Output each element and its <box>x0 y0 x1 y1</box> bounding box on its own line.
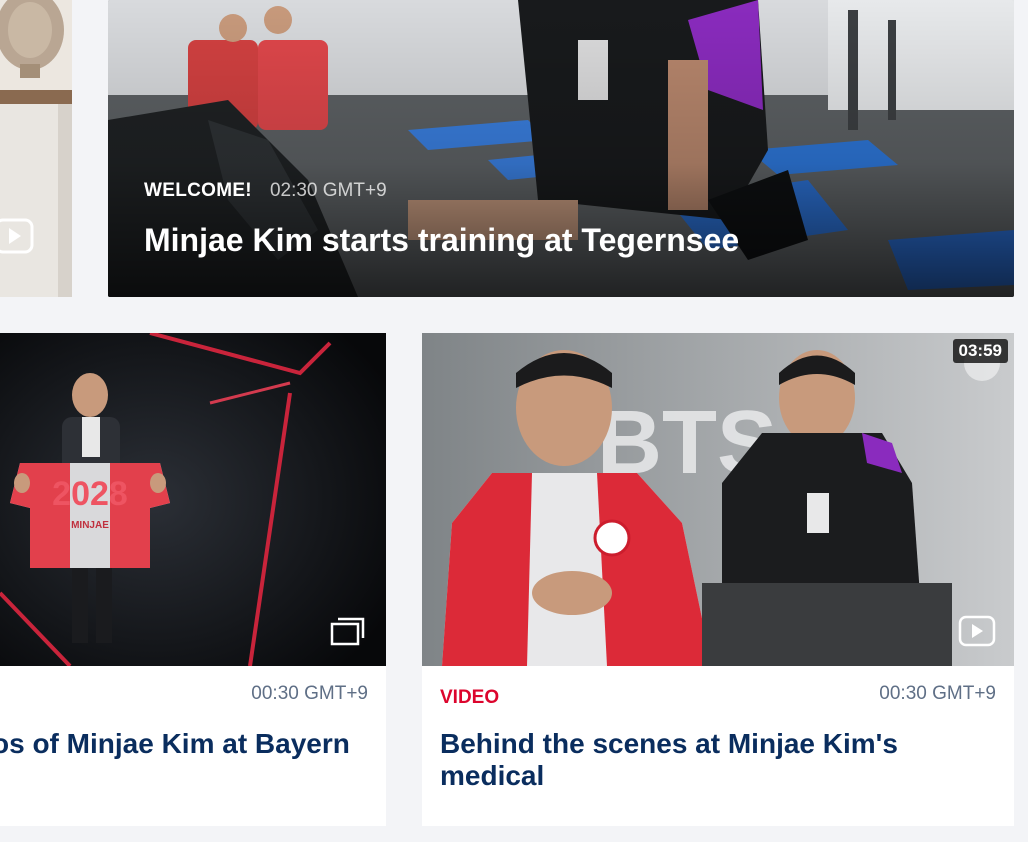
video-title[interactable]: Behind the scenes at Minjae Kim's medica… <box>440 728 988 792</box>
hero-title[interactable]: Minjae Kim starts training at Tegernsee <box>144 222 739 259</box>
gallery-timestamp: 00:30 GMT+9 <box>251 683 368 704</box>
gallery-image: 2028 MINJAE <box>0 333 386 666</box>
video-timestamp: 00:30 GMT+9 <box>879 683 996 704</box>
gallery-icon <box>330 617 365 646</box>
video-category: VIDEO <box>440 687 500 708</box>
gallery-news-card[interactable]: 2028 MINJAE 00:30 GMT+9 os of Minjae Kim… <box>0 333 386 826</box>
news-card-partial[interactable] <box>0 0 72 297</box>
hero-timestamp: 02:30 GMT+9 <box>269 180 387 201</box>
video-thumbnail: BTS 03:59 <box>422 333 1014 666</box>
play-icon <box>958 615 996 647</box>
hero-category: WELCOME! <box>144 180 252 201</box>
jersey-name: MINJAE <box>71 520 109 531</box>
video-news-card[interactable]: BTS 03:59 VIDEO 00:30 GMT+9 Behind the s… <box>422 333 1014 826</box>
hero-news-card[interactable]: WELCOME! 02:30 GMT+9 Minjae Kim starts t… <box>108 0 1014 297</box>
play-icon <box>0 218 34 254</box>
video-duration-badge: 03:59 <box>952 339 1008 363</box>
gallery-title[interactable]: os of Minjae Kim at Bayern <box>0 728 360 760</box>
jersey-number: 2028 <box>52 475 128 513</box>
card-image <box>0 0 72 297</box>
